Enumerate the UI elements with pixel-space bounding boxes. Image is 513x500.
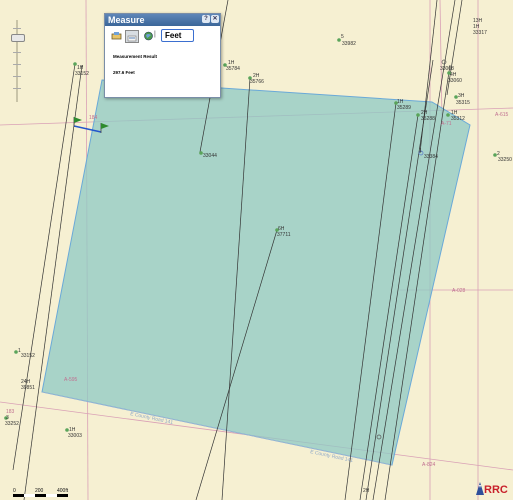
well-label-id: 1 — [419, 148, 422, 154]
measure-area-icon[interactable] — [111, 31, 122, 41]
well-label-api: 35288 — [421, 116, 435, 122]
well-label-api: 35766 — [250, 79, 264, 85]
zoom-tick — [13, 52, 21, 53]
unit-separator: | — [154, 31, 156, 38]
survey-label: 183 — [6, 409, 15, 415]
survey-label: A-615 — [495, 112, 509, 118]
well-label-api: 39851 — [21, 385, 35, 391]
measure-titlebar[interactable]: Measure ? ✕ — [105, 14, 220, 26]
well-label-api: 37711 — [277, 232, 291, 238]
scale-bar-graphic — [13, 494, 68, 497]
well-label-api: 35289 — [397, 105, 411, 111]
measure-distance-icon[interactable] — [125, 30, 139, 43]
zoom-slider[interactable] — [10, 20, 25, 102]
scale-bar: 0 200 400ft — [13, 488, 73, 500]
well-label-id: 13H — [473, 18, 483, 24]
well-label-api: 33044 — [203, 153, 217, 159]
well-label-id: 3H — [458, 93, 465, 99]
measure-toolbar: | Feet — [105, 26, 220, 46]
zoom-tick — [13, 88, 21, 89]
measure-title: Measure — [108, 15, 145, 25]
well-label-api: 33060 — [448, 78, 462, 84]
zoom-tick — [13, 28, 21, 29]
measurement-result-value: 297.6 Feet — [113, 70, 135, 75]
well-label-id: 2H — [363, 488, 370, 494]
well-label-api: 33003 — [68, 433, 82, 439]
zoom-track[interactable] — [16, 20, 18, 102]
well-label-api: 35784 — [226, 66, 240, 72]
zoom-handle[interactable] — [11, 34, 25, 42]
well-label-id: 5 — [341, 34, 344, 40]
well-label-api: 33252 — [5, 421, 19, 427]
well-label-api: 33008 — [440, 66, 454, 72]
map-canvas[interactable]: 1H 33317 5 33982 1H 33152 4H 33060 33008… — [0, 0, 513, 500]
unit-dropdown[interactable]: Feet — [161, 29, 194, 42]
measurement-result-label: Measurement Result — [113, 54, 158, 59]
zoom-tick — [13, 76, 21, 77]
survey-label: A-824 — [422, 462, 436, 468]
measure-widget: Measure ? ✕ | Feet Measurement Result 29… — [104, 13, 221, 98]
measure-location-icon[interactable] — [143, 31, 154, 41]
well-label-api: 33982 — [342, 41, 356, 47]
well-label-api: 35315 — [456, 100, 470, 106]
well-label-api: 33384 — [424, 154, 438, 160]
well-label-api: 33152 — [75, 71, 89, 77]
well-label-api: 35312 — [451, 116, 465, 122]
survey-label: 184 — [89, 115, 98, 121]
well-label-api: 33152 — [21, 353, 35, 359]
logo-text: RRC — [484, 484, 508, 496]
well-label-api: 33250 — [498, 157, 512, 163]
close-icon[interactable]: ✕ — [211, 15, 219, 23]
survey-label: A-028 — [452, 288, 466, 294]
survey-label: A-71 — [441, 121, 452, 127]
well-label-api: 33317 — [473, 30, 487, 36]
rrc-logo: RRC — [476, 482, 508, 496]
survey-label: A-595 — [64, 377, 78, 383]
zoom-tick — [13, 64, 21, 65]
help-icon[interactable]: ? — [202, 15, 210, 23]
